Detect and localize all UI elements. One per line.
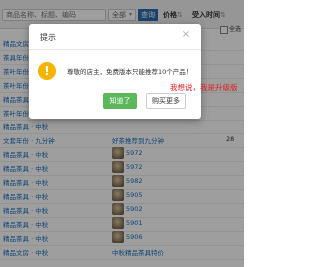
dialog-message: 尊敬的店主，免费版本只能推荐10个产品！ — [67, 68, 193, 76]
dialog-title: 提示 — [40, 33, 56, 42]
warning-icon: ! — [38, 62, 56, 80]
dialog-header: 提示 × — [29, 24, 201, 50]
buy-more-button[interactable]: 购买更多 — [146, 93, 186, 109]
annotation-text: 我想说，我是升级版 — [170, 83, 238, 92]
ok-button[interactable]: 知道了 — [103, 93, 137, 109]
close-icon[interactable]: × — [181, 30, 191, 40]
alert-dialog: 提示 × ! 尊敬的店主，免费版本只能推荐10个产品！ 知道了 购买更多 — [29, 24, 201, 119]
